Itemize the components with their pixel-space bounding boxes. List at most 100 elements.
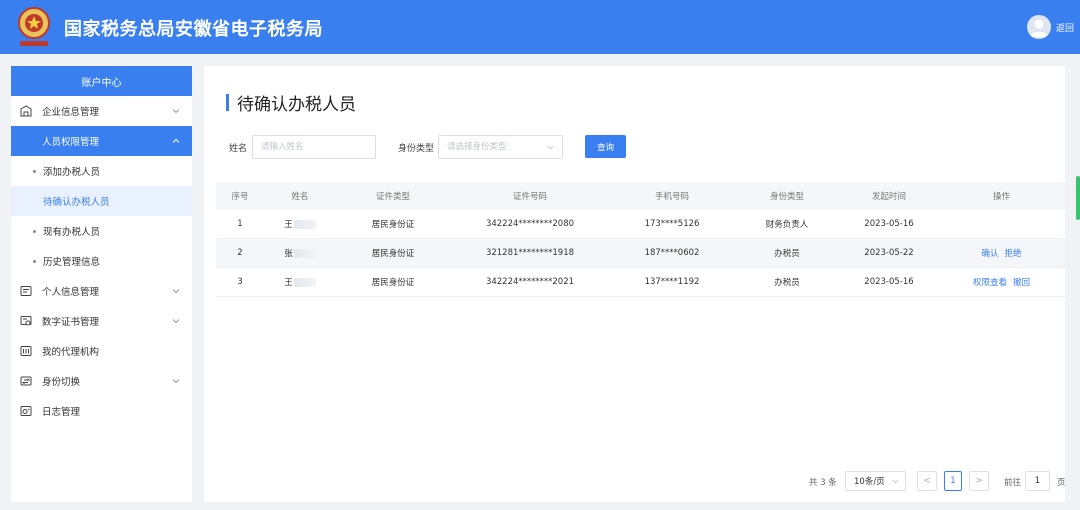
confirm-link[interactable]: 确认 [981, 249, 998, 259]
log-icon [20, 406, 32, 416]
row-name-cell: 王 [264, 276, 336, 288]
id-card-icon [20, 286, 32, 296]
sidebar-item-personnel-permissions[interactable]: 人员权限管理 [11, 126, 192, 156]
column-header: 发起时间 [871, 192, 906, 202]
row-index: 1 [237, 219, 243, 229]
sidebar-item-enterprise-info[interactable]: 企业信息管理 [11, 96, 192, 126]
building-icon [20, 105, 32, 117]
next-page-button[interactable]: > [969, 471, 989, 491]
site-title: 国家税务总局安徽省电子税务局 [64, 19, 323, 40]
back-link[interactable]: 返回 [1056, 21, 1074, 34]
row-actions: 权限查看 撤回 [938, 276, 1065, 288]
redacted-name-blur [293, 278, 316, 287]
page-title-wrap: 待确认办税人员 [226, 90, 356, 115]
row-name-cell: 王 [264, 218, 336, 230]
row-actions: 确认 拒绝 [938, 247, 1065, 259]
reject-link[interactable]: 拒绝 [1005, 249, 1022, 259]
row-id-type: 居民身份证 [371, 278, 415, 288]
sidebar-item-identity-switch[interactable]: 身份切换 [11, 366, 192, 396]
table-row: 2 张 居民身份证 321281********1918 187****0602… [216, 239, 1065, 268]
row-id-type: 居民身份证 [371, 249, 415, 259]
sidebar-subitem-label: 添加办税人员 [43, 167, 101, 178]
bullet-dot-icon [33, 230, 36, 233]
user-area: 返回 [1026, 15, 1074, 39]
row-phone: 137****1192 [644, 277, 700, 287]
sidebar-item-my-agency[interactable]: 我的代理机构 [11, 336, 192, 366]
sidebar-item-label: 数字证书管理 [42, 317, 100, 328]
sidebar-item-label: 我的代理机构 [42, 347, 100, 358]
sidebar-item-label: 人员权限管理 [42, 137, 100, 148]
sidebar-item-label: 日志管理 [42, 407, 81, 418]
chevron-down-icon [172, 109, 180, 114]
row-id-type: 居民身份证 [371, 220, 415, 230]
name-search-input[interactable]: 请输入姓名 [252, 135, 376, 159]
redacted-name-blur [293, 249, 316, 258]
table-header-row: 序号 姓名 证件类型 证件号码 手机号码 身份类型 发起时间 操作 [216, 182, 1065, 210]
withdraw-link[interactable]: 撤回 [1013, 278, 1030, 288]
sidebar-subitem-history-management[interactable]: 历史管理信息 [11, 246, 192, 276]
sidebar-item-label: 身份切换 [42, 377, 81, 388]
row-phone: 173****5126 [644, 219, 700, 229]
redacted-name-blur [293, 220, 316, 229]
row-name: 张 [284, 249, 293, 259]
table-row: 3 王 居民身份证 342224********2021 137****1192… [216, 268, 1065, 297]
column-header: 证件号码 [512, 192, 547, 202]
column-header: 手机号码 [654, 192, 689, 202]
chevron-down-icon [892, 479, 899, 484]
row-id-number: 342224********2021 [485, 277, 575, 287]
title-accent-bar [226, 94, 229, 111]
switch-icon [20, 376, 32, 386]
sidebar-item-digital-certificate[interactable]: 数字证书管理 [11, 306, 192, 336]
current-page-button[interactable]: 1 [944, 471, 962, 491]
row-date: 2023-05-16 [864, 277, 914, 287]
view-permissions-link[interactable]: 权限查看 [973, 278, 1007, 288]
page-suffix: 页 [1057, 478, 1066, 488]
page-size-select[interactable]: 10条/页 [845, 471, 906, 491]
page-title: 待确认办税人员 [237, 95, 356, 115]
sidebar-subitem-add-tax-staff[interactable]: 添加办税人员 [11, 156, 192, 186]
sidebar-subitem-pending-tax-staff[interactable]: 待确认办税人员 [11, 186, 192, 216]
sidebar: 账户中心 企业信息管理 人员权限管理 添加办税人员 待确认办税人员 现有办税人员… [11, 66, 192, 502]
scroll-indicator[interactable] [1076, 176, 1080, 220]
certificate-icon [20, 316, 32, 326]
main-panel: 待确认办税人员 姓名 请输入姓名 身份类型 请选择身份类型 查询 序号 姓名 证… [204, 66, 1066, 502]
sidebar-subitem-label: 历史管理信息 [43, 257, 101, 268]
sidebar-item-personal-info[interactable]: 个人信息管理 [11, 276, 192, 306]
sidebar-item-log-management[interactable]: 日志管理 [11, 396, 192, 426]
prev-page-button[interactable]: < [917, 471, 937, 491]
identity-type-select[interactable]: 请选择身份类型 [438, 135, 563, 159]
row-name: 王 [284, 220, 293, 230]
pending-staff-table: 序号 姓名 证件类型 证件号码 手机号码 身份类型 发起时间 操作 1 王 居民… [216, 182, 1065, 297]
row-name-cell: 张 [264, 247, 336, 259]
chevron-down-icon [172, 319, 180, 324]
row-date: 2023-05-16 [864, 219, 914, 229]
row-index: 3 [237, 277, 243, 287]
goto-page-input[interactable]: 1 [1025, 471, 1050, 491]
row-id-number: 342224********2080 [485, 219, 575, 229]
sidebar-item-label: 个人信息管理 [42, 287, 100, 298]
user-avatar-icon[interactable] [1026, 15, 1051, 39]
sidebar-subitem-current-tax-staff[interactable]: 现有办税人员 [11, 216, 192, 246]
top-header: 国家税务总局安徽省电子税务局 返回 [0, 0, 1080, 54]
column-header: 操作 [992, 192, 1010, 202]
sidebar-item-label: 企业信息管理 [42, 107, 100, 118]
column-header: 序号 [231, 192, 249, 202]
row-role: 财务负责人 [765, 220, 809, 230]
tax-bureau-emblem-logo [18, 7, 50, 46]
agency-icon [20, 346, 32, 356]
table-row: 1 王 居民身份证 342224********2080 173****5126… [216, 210, 1065, 239]
query-button[interactable]: 查询 [585, 135, 626, 158]
column-header: 姓名 [291, 192, 309, 202]
chevron-up-icon [172, 138, 180, 143]
bullet-dot-icon [33, 260, 36, 263]
identity-type-filter-label: 身份类型 [398, 144, 435, 154]
row-role: 办税员 [774, 249, 800, 259]
column-header: 身份类型 [769, 192, 804, 202]
row-id-number: 321281********1918 [485, 248, 575, 258]
bullet-dot-icon [33, 170, 36, 173]
chevron-down-icon [547, 145, 554, 150]
chevron-down-icon [172, 379, 180, 384]
sidebar-heading: 账户中心 [11, 66, 192, 96]
row-phone: 187****0602 [644, 248, 700, 258]
sidebar-subitem-label: 现有办税人员 [43, 227, 101, 238]
